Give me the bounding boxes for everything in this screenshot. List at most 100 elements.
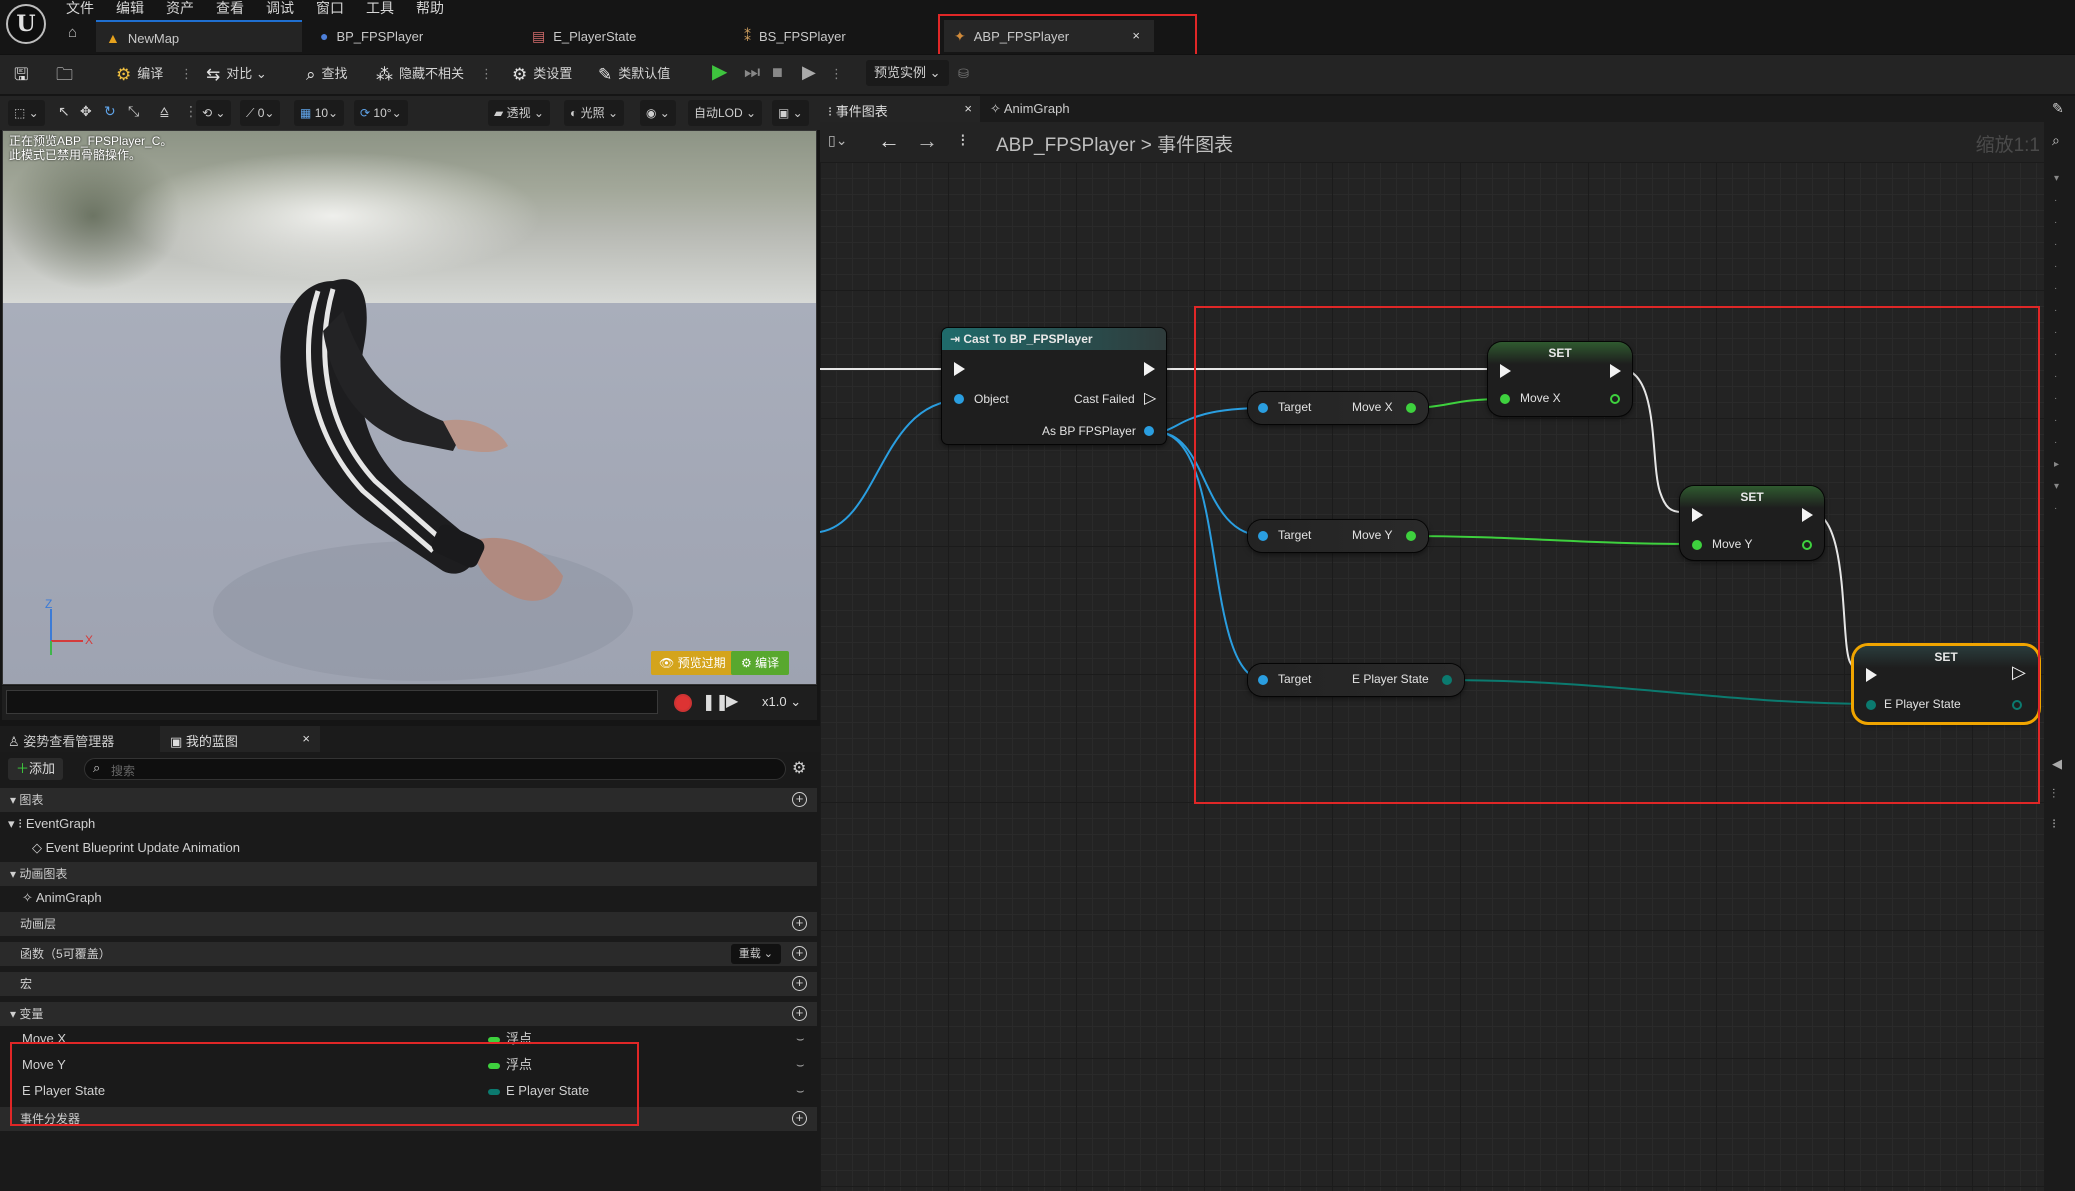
perspective-dropdown[interactable]: ▰ 透视 ⌄ [488,100,550,126]
move-icon[interactable]: ✥ [80,103,92,120]
section-variables[interactable]: ▾ 变量 + [0,1002,817,1026]
close-tab-icon[interactable]: × [1132,20,1140,52]
value-in-pin[interactable] [1866,700,1876,710]
rotate-snap-dropdown[interactable]: ⟳ 10°⌄ [354,100,408,126]
step-icon[interactable]: ⏭ [744,60,760,84]
edit-icon[interactable]: ✎ [2052,100,2064,117]
grid-snap-dropdown[interactable]: ▦ 10⌄ [294,100,345,126]
preview-viewport[interactable]: 正在预览ABP_FPSPlayer_C。 此模式已禁用骨骼操作。 Z X 👁 预… [2,130,817,685]
value-in-pin[interactable] [1500,394,1510,404]
tab-event-graph[interactable]: ⁝ 事件图表 × [820,96,980,122]
object-pin[interactable] [954,394,964,404]
exec-failed-pin[interactable]: ▷ [1144,388,1156,408]
pause-icon[interactable]: ❚❚ [702,692,729,712]
menu-view[interactable]: 查看 [216,0,244,18]
menu-window[interactable]: 窗口 [316,0,344,18]
add-button[interactable]: ＋添加 [8,758,64,780]
preview-outdated-button[interactable]: 👁 预览过期 [651,651,734,675]
more-options-icon[interactable]: ⋮ [830,62,843,86]
forward-arrow-icon[interactable]: → [916,128,938,154]
debug-filter-icon[interactable]: ⛁ [958,62,969,86]
value-out-pin[interactable] [1802,540,1812,550]
section-graphs[interactable]: ▾ 图表 + [0,788,817,812]
add-macro-icon[interactable]: + [792,976,807,991]
show-dropdown[interactable]: ◉ ⌄ [640,100,676,126]
visibility-eye-icon[interactable]: ⌣ [796,1079,805,1103]
scale-snap-dropdown[interactable]: ⟋ 0⌄ [240,100,281,126]
select-mode-dropdown[interactable]: ⬚ ⌄ [8,100,45,126]
get-move-x-node[interactable]: Target Move X [1248,392,1428,424]
get-move-y-node[interactable]: Target Move Y [1248,520,1428,552]
coordinate-dropdown[interactable]: ⟲ ⌄ [196,100,232,126]
menu-assets[interactable]: 资产 [166,0,194,18]
variable-row[interactable]: E Player State E Player State ⌣ [0,1079,817,1103]
surface-snap-icon[interactable]: ⩠ [160,103,169,120]
search-input[interactable]: ⌕ 搜索 [84,758,786,780]
unreal-logo-icon[interactable]: U [6,4,46,44]
more-options-icon[interactable]: ⋮ [480,62,493,86]
close-tab-icon[interactable]: × [964,101,972,116]
set-player-state-node[interactable]: SET ▷ E Player State [1854,646,2038,722]
override-dropdown[interactable]: 重载 ⌄ [730,944,781,964]
menu-debug[interactable]: 调试 [266,0,294,18]
event-graph-canvas[interactable]: ⇥ Cast To BP_FPSPlayer Object Cast Faile… [820,162,2044,1191]
tab-bs-fpsplayer[interactable]: ⁑ BS_FPSPlayer [734,20,934,52]
as-bp-pin[interactable] [1144,426,1154,436]
cast-node[interactable]: ⇥ Cast To BP_FPSPlayer Object Cast Faile… [942,328,1166,444]
tab-animgraph[interactable]: ✧ AnimGraph [990,101,1070,117]
exec-out-pin[interactable] [1144,362,1155,376]
filter-icon[interactable]: ⫶ [2052,786,2055,802]
add-variable-icon[interactable]: + [792,1006,807,1021]
menu-tools[interactable]: 工具 [366,0,394,18]
target-pin[interactable] [1258,403,1268,413]
tab-newmap[interactable]: ▲ NewMap [96,20,302,52]
section-dispatchers[interactable]: 事件分发器 + [0,1107,817,1131]
search-icon[interactable]: ⌕ [2052,132,2060,149]
menu-file[interactable]: 文件 [66,0,94,18]
value-out-pin[interactable] [2012,700,2022,710]
add-layer-icon[interactable]: + [792,916,807,931]
exec-in-pin[interactable] [954,362,965,376]
play-button[interactable]: ▶ [712,60,727,84]
hide-unrelated-button[interactable]: ⁂ 隐藏不相关 [376,62,464,86]
tree-item-update-animation[interactable]: ◇ Event Blueprint Update Animation [0,836,817,860]
stop-icon[interactable]: ■ [772,60,783,84]
close-tab-icon[interactable]: × [302,731,310,746]
save-icon[interactable]: 🖫 [14,62,34,86]
add-graph-icon[interactable]: + [792,792,807,807]
visibility-eye-icon[interactable]: ⌣ [796,1027,805,1051]
exec-out-pin[interactable] [1610,364,1621,378]
value-out-pin[interactable] [1610,394,1620,404]
tree-item-animgraph[interactable]: ✧ AnimGraph [0,886,817,910]
tab-abp-fpsplayer[interactable]: ✦ ABP_FPSPlayer × [944,20,1154,52]
add-dispatcher-icon[interactable]: + [792,1111,807,1126]
playback-speed-dropdown[interactable]: x1.0 ⌄ [762,694,801,710]
find-button[interactable]: ⌕ 查找 [306,62,348,86]
section-anim-graphs[interactable]: ▾ 动画图表 [0,862,817,886]
tab-e-playerstate[interactable]: ▤ E_PlayerState [522,20,732,52]
tree-item-eventgraph[interactable]: ▾ ⁝ EventGraph [0,812,817,836]
home-icon[interactable]: ⌂ [68,24,77,41]
viewport-layout-dropdown[interactable]: ▣ ⌄ [772,100,809,126]
breadcrumb-blueprint[interactable]: ABP_FPSPlayer [996,135,1135,156]
lighting-dropdown[interactable]: ◐ 光照 ⌄ [564,100,624,126]
class-defaults-button[interactable]: ✎ 类默认值 [598,62,670,86]
set-move-y-node[interactable]: SET Move Y [1680,486,1824,560]
target-pin[interactable] [1258,675,1268,685]
class-settings-button[interactable]: ⚙ 类设置 [512,62,572,86]
compile-button[interactable]: ⚙ 编译 [116,62,163,86]
collapse-arrow-icon[interactable]: ◀ [2052,756,2062,772]
menu-help[interactable]: 帮助 [416,0,444,18]
diff-button[interactable]: ⇆ 对比 ⌄ [206,62,267,86]
get-player-state-node[interactable]: Target E Player State [1248,664,1464,696]
menu-edit[interactable]: 编辑 [116,0,144,18]
scale-icon[interactable]: ⤡ [128,103,139,120]
value-pin[interactable] [1406,531,1416,541]
exec-out-pin[interactable] [1802,508,1813,522]
viewport-compile-button[interactable]: ⚙ 编译 [731,651,790,675]
exec-in-pin[interactable] [1866,668,1877,682]
exec-in-pin[interactable] [1500,364,1511,378]
preview-instance-dropdown[interactable]: 预览实例 ⌄ [866,60,949,86]
settings-gear-icon[interactable]: ⚙ [792,758,806,778]
record-icon[interactable] [674,694,692,712]
